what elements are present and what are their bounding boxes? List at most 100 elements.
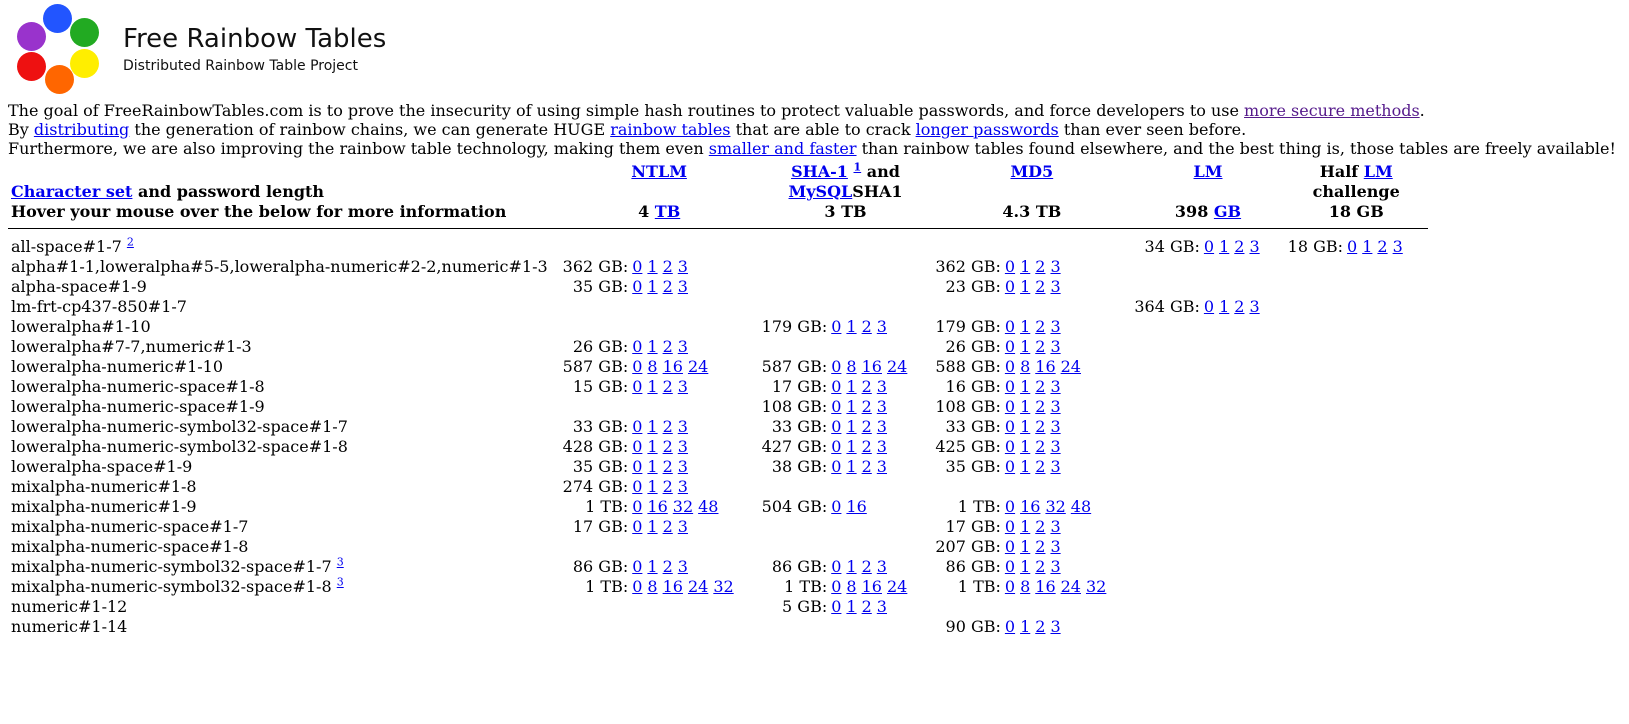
table-part-link[interactable]: 0 — [1005, 557, 1015, 576]
table-part-link[interactable]: 0 — [632, 277, 642, 296]
table-part-link[interactable]: 0 — [1005, 397, 1015, 416]
charset-name[interactable]: loweralpha-numeric-symbol32-space#1-8 — [11, 437, 348, 456]
table-part-link[interactable]: 0 — [1005, 357, 1015, 376]
charset-cell[interactable]: loweralpha-numeric#1-10 — [8, 357, 560, 377]
charset-cell[interactable]: lm-frt-cp437-850#1-7 — [8, 297, 560, 317]
table-part-link[interactable]: 3 — [877, 557, 887, 576]
table-part-link[interactable]: 0 — [831, 417, 841, 436]
table-part-link[interactable]: 1 — [1020, 517, 1030, 536]
table-part-link[interactable]: 1 — [1020, 457, 1030, 476]
table-part-link[interactable]: 24 — [1061, 357, 1081, 376]
charset-name[interactable]: alpha#1-1,loweralpha#5-5,loweralpha-nume… — [11, 257, 548, 276]
table-part-link[interactable]: 3 — [1050, 377, 1060, 396]
charset-name[interactable]: mixalpha-numeric-space#1-8 — [11, 537, 248, 556]
character-set-link[interactable]: Character set — [11, 182, 132, 201]
charset-cell[interactable]: mixalpha-numeric-symbol32-space#1-8 3 — [8, 577, 560, 597]
charset-name[interactable]: numeric#1-12 — [11, 597, 127, 616]
table-part-link[interactable]: 3 — [678, 257, 688, 276]
table-part-link[interactable]: 8 — [846, 577, 856, 596]
table-part-link[interactable]: 1 — [846, 437, 856, 456]
table-part-link[interactable]: 0 — [1005, 617, 1015, 636]
charset-name[interactable]: mixalpha-numeric#1-8 — [11, 477, 197, 496]
table-part-link[interactable]: 3 — [877, 317, 887, 336]
table-part-link[interactable]: 1 — [1362, 237, 1372, 256]
rainbow-tables-link[interactable]: rainbow tables — [610, 120, 730, 139]
charset-name[interactable]: mixalpha-numeric-symbol32-space#1-7 — [11, 557, 332, 576]
table-part-link[interactable]: 2 — [1234, 297, 1244, 316]
table-part-link[interactable]: 0 — [632, 337, 642, 356]
table-part-link[interactable]: 24 — [688, 577, 708, 596]
table-part-link[interactable]: 3 — [1050, 557, 1060, 576]
table-part-link[interactable]: 1 — [1020, 257, 1030, 276]
table-part-link[interactable]: 0 — [831, 457, 841, 476]
table-part-link[interactable]: 24 — [688, 357, 708, 376]
table-part-link[interactable]: 1 — [846, 417, 856, 436]
charset-name[interactable]: numeric#1-14 — [11, 617, 127, 636]
table-part-link[interactable]: 2 — [663, 417, 673, 436]
table-part-link[interactable]: 0 — [632, 417, 642, 436]
table-part-link[interactable]: 0 — [632, 457, 642, 476]
table-part-link[interactable]: 1 — [647, 557, 657, 576]
table-part-link[interactable]: 3 — [1249, 297, 1259, 316]
table-part-link[interactable]: 1 — [846, 377, 856, 396]
table-part-link[interactable]: 0 — [831, 357, 841, 376]
table-part-link[interactable]: 2 — [1035, 617, 1045, 636]
table-part-link[interactable]: 1 — [846, 397, 856, 416]
tb-link[interactable]: TB — [655, 202, 680, 221]
table-part-link[interactable]: 3 — [678, 337, 688, 356]
table-part-link[interactable]: 2 — [862, 457, 872, 476]
table-part-link[interactable]: 2 — [1035, 377, 1045, 396]
table-part-link[interactable]: 16 — [862, 577, 882, 596]
table-part-link[interactable]: 3 — [1050, 437, 1060, 456]
table-part-link[interactable]: 3 — [1050, 457, 1060, 476]
table-part-link[interactable]: 1 — [647, 257, 657, 276]
table-part-link[interactable]: 0 — [1005, 577, 1015, 596]
charset-cell[interactable]: numeric#1-14 — [8, 617, 560, 637]
table-part-link[interactable]: 2 — [862, 417, 872, 436]
table-part-link[interactable]: 1 — [647, 377, 657, 396]
table-part-link[interactable]: 2 — [1035, 317, 1045, 336]
table-part-link[interactable]: 0 — [1347, 237, 1357, 256]
table-part-link[interactable]: 2 — [1035, 257, 1045, 276]
table-part-link[interactable]: 0 — [831, 577, 841, 596]
table-part-link[interactable]: 3 — [1050, 537, 1060, 556]
table-part-link[interactable]: 0 — [1005, 377, 1015, 396]
table-part-link[interactable]: 3 — [1050, 317, 1060, 336]
table-part-link[interactable]: 24 — [887, 577, 907, 596]
table-part-link[interactable]: 3 — [877, 377, 887, 396]
charset-name[interactable]: all-space#1-7 — [11, 237, 122, 256]
table-part-link[interactable]: 0 — [1005, 337, 1015, 356]
table-part-link[interactable]: 2 — [1035, 337, 1045, 356]
table-part-link[interactable]: 3 — [678, 277, 688, 296]
table-part-link[interactable]: 3 — [1249, 237, 1259, 256]
table-part-link[interactable]: 1 — [1020, 337, 1030, 356]
table-part-link[interactable]: 16 — [1020, 497, 1040, 516]
table-part-link[interactable]: 0 — [632, 477, 642, 496]
table-part-link[interactable]: 2 — [862, 317, 872, 336]
charset-name[interactable]: loweralpha-numeric-symbol32-space#1-7 — [11, 417, 348, 436]
table-part-link[interactable]: 3 — [877, 397, 887, 416]
table-part-link[interactable]: 2 — [862, 557, 872, 576]
table-part-link[interactable]: 3 — [678, 517, 688, 536]
charset-cell[interactable]: loweralpha-space#1-9 — [8, 457, 560, 477]
table-part-link[interactable]: 0 — [1005, 277, 1015, 296]
table-part-link[interactable]: 2 — [663, 477, 673, 496]
table-part-link[interactable]: 3 — [1050, 397, 1060, 416]
table-part-link[interactable]: 1 — [1020, 317, 1030, 336]
charset-name[interactable]: mixalpha-numeric-symbol32-space#1-8 — [11, 577, 332, 596]
table-part-link[interactable]: 0 — [1204, 237, 1214, 256]
charset-cell[interactable]: mixalpha-numeric#1-8 — [8, 477, 560, 497]
table-part-link[interactable]: 1 — [1020, 377, 1030, 396]
table-part-link[interactable]: 0 — [632, 557, 642, 576]
table-part-link[interactable]: 2 — [1035, 557, 1045, 576]
table-part-link[interactable]: 2 — [862, 597, 872, 616]
table-part-link[interactable]: 0 — [1005, 257, 1015, 276]
table-part-link[interactable]: 2 — [1035, 437, 1045, 456]
table-part-link[interactable]: 3 — [877, 417, 887, 436]
distributing-link[interactable]: distributing — [34, 120, 129, 139]
charset-cell[interactable]: loweralpha-numeric-symbol32-space#1-7 — [8, 417, 560, 437]
charset-cell[interactable]: mixalpha-numeric-space#1-8 — [8, 537, 560, 557]
charset-cell[interactable]: mixalpha-numeric-space#1-7 — [8, 517, 560, 537]
table-part-link[interactable]: 0 — [831, 397, 841, 416]
charset-cell[interactable]: loweralpha-numeric-space#1-8 — [8, 377, 560, 397]
